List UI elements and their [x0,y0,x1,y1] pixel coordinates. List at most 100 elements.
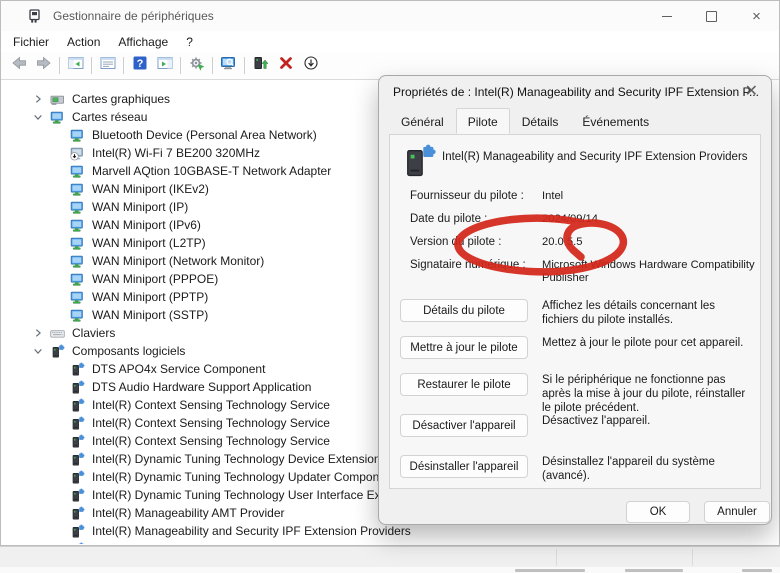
show-console-tree-button[interactable] [63,55,88,77]
network-adapter-icon [70,272,85,287]
show-console-tree-icon [67,55,85,76]
chevron-collapsed-icon[interactable] [32,93,44,105]
software-component-icon [70,416,85,431]
menu-affichage[interactable]: Affichage [109,33,177,51]
chevron-expanded-icon[interactable] [32,111,44,123]
back-button[interactable] [6,55,31,77]
tab-g-n-ral[interactable]: Général [389,109,456,133]
illegible-text-fragment [625,569,683,572]
network-adapter-icon [70,236,85,251]
properties-button[interactable] [95,55,120,77]
menu-fichier[interactable]: Fichier [4,33,58,51]
cancel-button[interactable]: Annuler [704,501,770,523]
roll-back-driver-button[interactable]: Restaurer le pilote [400,373,528,396]
uninstall-device-button-description: Désinstallez l'appareil du système (avan… [542,455,754,483]
tree-item-label: Claviers [72,326,115,340]
strip-divider [692,549,693,566]
minimize-button[interactable] [644,1,689,31]
tree-item-label: Cartes réseau [72,110,147,124]
computer-search-button[interactable] [216,55,241,77]
device-manager-app-icon [27,8,43,24]
display-adapter-icon [50,92,65,107]
driver-action-row: Désactiver l'appareil Désactivez l'appare… [400,414,754,437]
toolbar-separator [59,57,60,74]
tree-item-label: WAN Miniport (IKEv2) [92,182,209,196]
software-component-icon [50,344,65,359]
update-driver-button-description: Mettez à jour le pilote pour cet apparei… [542,336,754,350]
update-driver-button[interactable]: Mettre à jour le pilote [400,336,528,359]
software-component-icon [70,434,85,449]
software-component-icon [70,488,85,503]
dialog-close-button[interactable]: ✕ [745,81,758,101]
software-component-icon [70,542,85,545]
uninstall-device-icon [277,55,295,76]
menu-help[interactable]: ? [177,33,202,51]
tree-item-label: Composants logiciels [72,344,185,358]
software-component-icon [70,524,85,539]
update-driver-button[interactable] [248,55,273,77]
tab--v-nements[interactable]: Événements [570,109,661,133]
software-component-icon [70,398,85,413]
driver-info-value: Intel [542,190,756,203]
network-adapter-icon [70,290,85,305]
tab-pilote[interactable]: Pilote [456,108,510,134]
driver-info-label: Date du pilote : [410,213,542,226]
network-adapter-icon [50,110,65,125]
software-component-icon [70,380,85,395]
device-name: Intel(R) Manageability and Security IPF … [442,151,748,163]
driver-info-label: Signataire numérique : [410,259,542,285]
tree-item-label: Intel(R) Context Sensing Technology Serv… [92,416,330,430]
driver-details-button[interactable]: Détails du pilote [400,299,528,322]
driver-info-row: Fournisseur du pilote :Intel [410,190,756,203]
tree-item-label: WAN Miniport (IP) [92,200,188,214]
menu-action[interactable]: Action [58,33,109,51]
close-button[interactable]: × [734,1,779,31]
strip-divider [556,549,557,566]
properties-icon [99,55,117,76]
action-pane-icon [156,55,174,76]
illegible-text-fragment [515,569,585,572]
help-icon: ? [131,55,149,76]
tree-item-label: Intel(R) Context Sensing Technology Serv… [92,398,330,412]
network-adapter-icon [70,128,85,143]
back-icon [10,55,28,76]
driver-info-row: Version du pilote :20.0.5.5 [410,236,756,249]
help-button[interactable]: ? [127,55,152,77]
ok-button[interactable]: OK [626,501,690,523]
update-driver-icon [252,55,270,76]
minimize-icon [662,16,672,17]
tree-item-label: DTS Audio Hardware Support Application [92,380,311,394]
disable-device-button-description: Désactivez l'appareil. [542,414,754,428]
software-component-icon [70,470,85,485]
forward-button[interactable] [31,55,56,77]
maximize-button[interactable] [689,1,734,31]
tree-item-label: Intel(R) Manageability and Security IPF … [92,524,411,538]
roll-back-driver-button-description: Si le périphérique ne fonctionne pas apr… [542,373,754,415]
disable-device-button[interactable]: Désactiver l'appareil [400,414,528,437]
driver-info-value: 20.0.5.5 [542,236,756,249]
scan-hardware-changes-button[interactable] [184,55,209,77]
chevron-collapsed-icon[interactable] [32,327,44,339]
action-pane-button[interactable] [152,55,177,77]
network-adapter-icon [70,254,85,269]
network-adapter-disabled-icon [70,146,85,161]
tree-item-label: Intel(R) Dynamic Tuning Technology User … [92,488,391,502]
chevron-expanded-icon[interactable] [32,345,44,357]
uninstall-device-button[interactable]: Désinstaller l'appareil [400,455,528,478]
driver-info-label: Fournisseur du pilote : [410,190,542,203]
tree-item-label: Intel(R) Context Sensing Technology Serv… [92,434,330,448]
toolbar-separator [212,57,213,74]
software-component-icon [70,506,85,521]
menu-bar: FichierActionAffichage? [1,31,779,52]
computer-search-icon [220,55,238,76]
svg-text:?: ? [136,58,143,70]
tree-item-label: DTS APO4x Service Component [92,362,265,376]
uninstall-device-button[interactable] [273,55,298,77]
driver-info-value: Microsoft Windows Hardware Compatibility… [542,259,756,285]
driver-info-row: Date du pilote :2024/09/14 [410,213,756,226]
disable-device-button[interactable] [298,55,323,77]
tree-row-partial[interactable] [2,540,778,544]
disable-device-icon [302,55,320,76]
tab-d-tails[interactable]: Détails [510,109,571,133]
toolbar-separator [123,57,124,74]
